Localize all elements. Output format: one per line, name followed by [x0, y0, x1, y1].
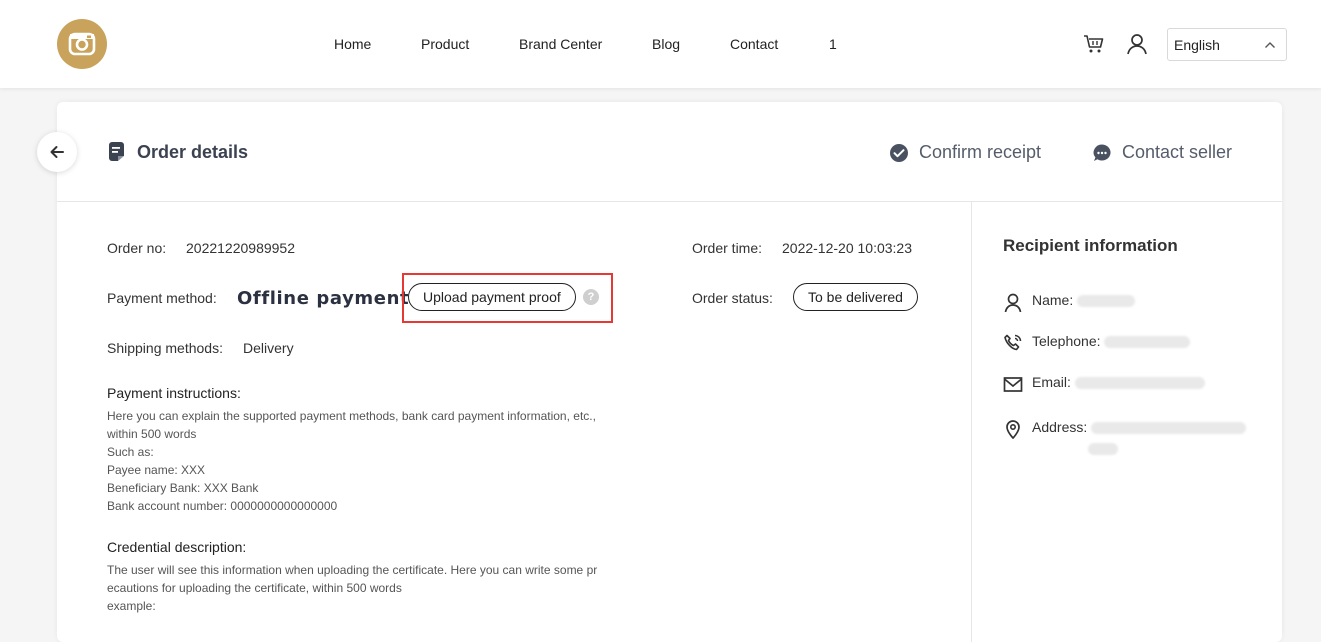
cart-icon[interactable]	[1082, 32, 1106, 56]
payment-method-value: Offline payment	[237, 288, 410, 309]
nav-product[interactable]: Product	[421, 36, 469, 52]
payment-method-label: Payment method:	[107, 290, 217, 306]
payment-instructions-line: Payee name: XXX	[107, 463, 206, 477]
recipient-email-row: Email:	[1003, 374, 1253, 396]
arrow-left-icon	[50, 146, 64, 158]
recipient-address-row: Address:	[1003, 419, 1253, 459]
redacted-address	[1091, 422, 1247, 435]
nav-blog[interactable]: Blog	[652, 36, 680, 52]
nav-brand-center[interactable]: Brand Center	[519, 36, 602, 52]
payment-instructions-line: Here you can explain the supported payme…	[107, 409, 596, 423]
shipping-methods-value: Delivery	[243, 340, 294, 356]
language-select-value: English	[1174, 37, 1220, 53]
help-icon[interactable]: ?	[583, 289, 599, 305]
redacted-email	[1074, 377, 1205, 390]
confirm-receipt-button[interactable]: Confirm receipt	[889, 142, 1041, 163]
panel-divider	[971, 202, 972, 642]
back-button[interactable]	[37, 132, 77, 172]
check-circle-icon	[890, 143, 908, 162]
redacted-name	[1077, 295, 1136, 308]
language-select[interactable]: English	[1167, 28, 1287, 61]
order-card: Order details Confirm receipt Contact se…	[57, 102, 1282, 642]
nav-contact[interactable]: Contact	[730, 36, 778, 52]
page-title: Order details	[137, 142, 249, 162]
order-no-label: Order no:	[107, 240, 167, 256]
chat-bubble-icon	[1093, 143, 1111, 161]
user-icon[interactable]	[1125, 32, 1149, 56]
location-pin-icon	[1006, 420, 1020, 439]
credential-description-line: ecautions for uploading the certificate,…	[107, 581, 402, 595]
main-nav: Home Product Brand Center Blog Contact 1	[0, 0, 1321, 88]
chevron-up-icon	[1265, 42, 1275, 48]
redacted-address-line2	[1088, 443, 1118, 455]
payment-instructions-line: Bank account number: 0000000000000000	[107, 499, 338, 513]
order-header: Order details Confirm receipt Contact se…	[57, 102, 1282, 202]
confirm-receipt-label: Confirm receipt	[919, 142, 1042, 162]
recipient-title: Recipient information	[1003, 236, 1178, 255]
recipient-telephone-label: Telephone:	[1032, 333, 1101, 349]
order-time-label: Order time:	[692, 240, 763, 256]
nav-home[interactable]: Home	[334, 36, 371, 52]
order-status-badge: To be delivered	[793, 283, 918, 311]
credential-description-line: example:	[107, 599, 156, 613]
contact-seller-label: Contact seller	[1122, 142, 1233, 162]
shipping-methods-label: Shipping methods:	[107, 340, 223, 356]
order-time-value: 2022-12-20 10:03:23	[782, 240, 912, 256]
recipient-name-row: Name:	[1003, 292, 1253, 314]
person-icon	[1004, 293, 1022, 312]
credential-description-title: Credential description:	[107, 539, 247, 555]
top-header: Home Product Brand Center Blog Contact 1…	[0, 0, 1321, 88]
recipient-email-label: Email:	[1032, 374, 1071, 390]
payment-instructions-line: Beneficiary Bank: XXX Bank	[107, 481, 259, 495]
upload-payment-proof-button[interactable]: Upload payment proof	[408, 283, 576, 311]
credential-description-line: The user will see this information when …	[107, 563, 598, 577]
payment-instructions-title: Payment instructions:	[107, 385, 241, 401]
order-status-label: Order status:	[692, 290, 773, 306]
payment-instructions-line: within 500 words	[107, 427, 197, 441]
recipient-name-label: Name:	[1032, 292, 1074, 308]
nav-item-1[interactable]: 1	[829, 36, 837, 52]
recipient-address-label: Address:	[1032, 419, 1088, 435]
contact-seller-button[interactable]: Contact seller	[1092, 142, 1232, 163]
mail-icon	[1003, 377, 1023, 392]
payment-instructions-line: Such as:	[107, 445, 154, 459]
redacted-telephone	[1104, 336, 1191, 349]
document-icon	[109, 142, 124, 161]
recipient-telephone-row: Telephone:	[1003, 333, 1253, 355]
phone-icon	[1004, 334, 1022, 351]
order-no-value: 20221220989952	[186, 240, 296, 256]
